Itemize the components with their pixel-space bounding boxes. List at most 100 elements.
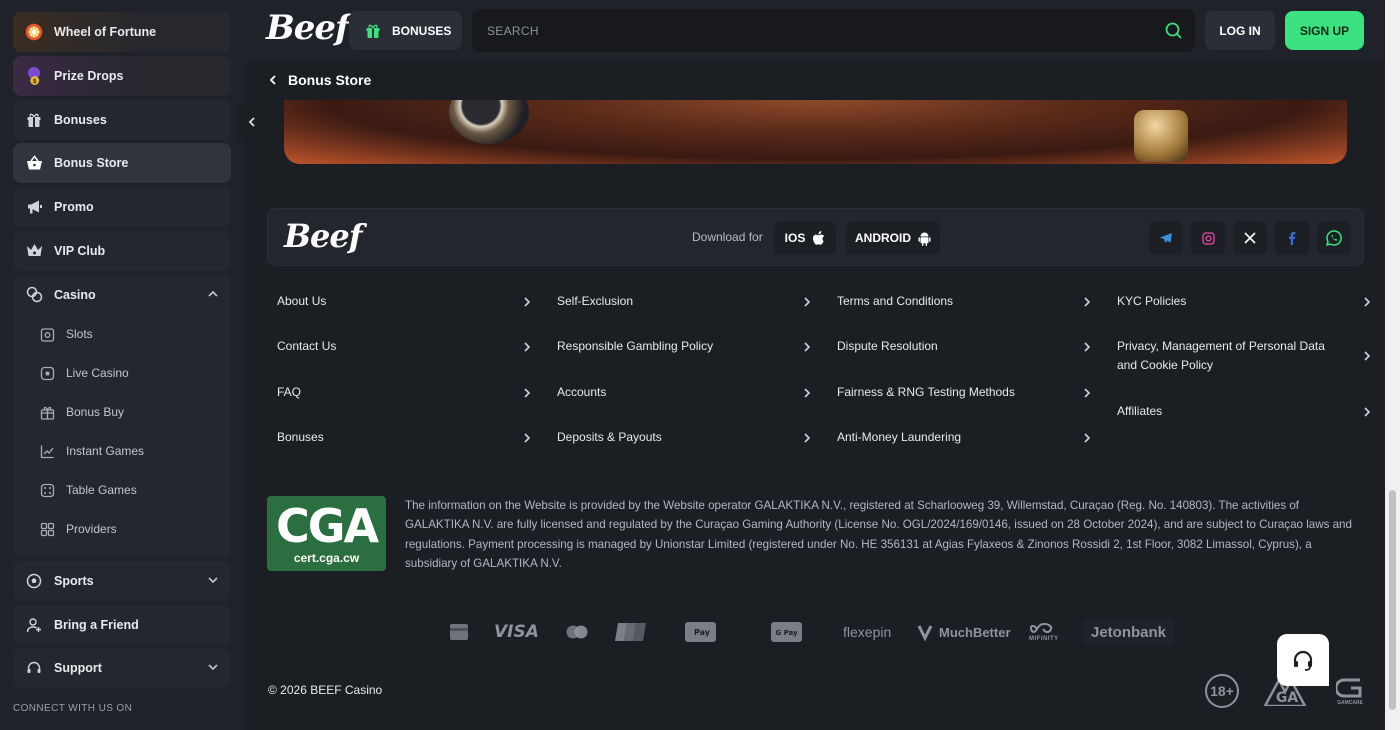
casino-group: Casino Slots Live Casino Bonus Buy Insta… (13, 274, 231, 557)
gamcare-icon (1336, 678, 1362, 698)
sidebar-item-casino[interactable]: Casino (13, 275, 231, 315)
sidebar-item-bonus-store[interactable]: Bonus Store (13, 143, 231, 184)
apple-pay-icon: Pay (685, 618, 716, 646)
sidebar-subitem-providers[interactable]: Providers (13, 510, 231, 549)
sidebar-subitem-slots[interactable]: Slots (13, 315, 231, 354)
sidebar-item-wheel-of-fortune[interactable]: Wheel of Fortune (13, 12, 231, 52)
sidebar-subitem-instant-games[interactable]: Instant Games (13, 432, 231, 471)
footer-link[interactable]: Dispute Resolution (837, 337, 1092, 356)
footer-link-label: Privacy, Management of Personal Data and… (1117, 339, 1325, 372)
footer-link[interactable]: Bonuses (277, 428, 532, 447)
sidebar-item-label: Bring a Friend (54, 617, 139, 632)
sidebar-item-prize-drops[interactable]: $ Prize Drops (13, 55, 231, 96)
android-icon (918, 232, 931, 246)
bonuses-button-label: BONUSES (392, 23, 452, 38)
android-download-button[interactable]: ANDROID (846, 221, 940, 255)
login-button[interactable]: LOG IN (1205, 11, 1275, 50)
copyright: © 2026 BEEF Casino (268, 683, 383, 697)
promo-banner[interactable] (284, 100, 1347, 164)
footer-link-label: Deposits & Payouts (557, 430, 662, 444)
search-input[interactable]: SEARCH (472, 9, 1195, 52)
page-scrollbar[interactable] (1385, 0, 1400, 730)
sidebar-item-bring-a-friend[interactable]: Bring a Friend (13, 604, 231, 645)
footer-link[interactable]: Privacy, Management of Personal Data and… (1117, 337, 1372, 375)
footer-link-label: Bonuses (277, 430, 324, 444)
footer-link-label: Affiliates (1117, 404, 1163, 418)
footer-link[interactable]: Affiliates (1117, 402, 1372, 421)
chevron-down-icon[interactable] (207, 574, 219, 589)
chevron-down-icon[interactable] (207, 661, 219, 676)
footer-link-label: FAQ (277, 385, 302, 399)
chevron-left-icon (248, 117, 255, 127)
add-user-icon (25, 616, 43, 634)
footer-link[interactable]: Accounts (557, 383, 812, 402)
chevron-right-icon (524, 296, 531, 307)
headset-icon (25, 659, 43, 677)
sidebar-item-promo[interactable]: Promo (13, 187, 231, 228)
telegram-button[interactable] (1149, 221, 1183, 255)
footer-link[interactable]: Responsible Gambling Policy (557, 337, 812, 356)
unionpay-icon (615, 618, 646, 646)
footer-link[interactable]: Self-Exclusion (557, 292, 812, 311)
age-18-badge: 18+ (1205, 674, 1239, 708)
x-button[interactable] (1233, 221, 1267, 255)
facebook-button[interactable] (1275, 221, 1309, 255)
sidebar-item-label: VIP Club (54, 243, 106, 258)
chevron-right-icon (524, 387, 531, 398)
bonuses-button[interactable]: BONUSES (349, 11, 462, 50)
sidebar-subitem-label: Live Casino (66, 366, 129, 381)
svg-text:Pay: Pay (694, 628, 711, 637)
chevron-right-icon (1084, 432, 1091, 443)
footer-link[interactable]: Terms and Conditions (837, 292, 1092, 311)
sidebar-item-vip-club[interactable]: VIP Club (13, 230, 231, 271)
visa-logo: VISA (494, 622, 539, 642)
sidebar-item-support[interactable]: Support (13, 648, 231, 689)
sidebar-subitem-live-casino[interactable]: Live Casino (13, 354, 231, 393)
chevron-right-icon (1364, 351, 1371, 361)
instant-games-icon (39, 443, 55, 459)
ios-download-button[interactable]: IOS (774, 221, 836, 255)
sidebar-subitem-label: Providers (66, 522, 117, 537)
logo[interactable]: Beef (266, 8, 350, 48)
sidebar-collapse-button[interactable] (236, 104, 268, 140)
whatsapp-button[interactable] (1317, 221, 1351, 255)
prize-drops-icon: $ (25, 66, 43, 85)
svg-text:G Pay: G Pay (775, 629, 798, 637)
chevron-up-icon[interactable] (207, 288, 219, 303)
google-pay-icon: G Pay (771, 618, 802, 646)
telegram-icon (1160, 233, 1172, 243)
license-text: The information on the Website is provid… (405, 499, 1352, 571)
wheel-icon (25, 23, 43, 41)
signup-button[interactable]: SIGN UP (1285, 11, 1364, 50)
footer-download-bar: Beef Download for IOS ANDROID (267, 208, 1364, 266)
sidebar-item-bonuses[interactable]: Bonuses (13, 99, 231, 140)
footer-link[interactable]: About Us (277, 292, 532, 311)
sidebar-subitem-bonus-buy[interactable]: Bonus Buy (13, 393, 231, 432)
sidebar-subitem-table-games[interactable]: Table Games (13, 471, 231, 510)
breadcrumb[interactable]: Bonus Store (268, 72, 371, 88)
cga-license-badge[interactable]: CGA cert.cga.cw (267, 496, 386, 571)
scrollbar-thumb[interactable] (1389, 490, 1396, 710)
footer-link[interactable]: KYC Policies (1117, 292, 1372, 311)
headset-icon (1293, 650, 1313, 671)
support-chat-button[interactable] (1277, 634, 1329, 686)
footer-link[interactable]: Contact Us (277, 337, 532, 356)
cga-badge-subtitle: cert.cga.cw (293, 550, 360, 565)
gift-icon (25, 111, 43, 129)
footer-link[interactable]: FAQ (277, 383, 532, 402)
ios-label: IOS (784, 231, 806, 245)
footer-link-label: Anti-Money Laundering (837, 430, 962, 444)
facebook-icon (1289, 231, 1296, 245)
android-label: ANDROID (855, 231, 911, 245)
footer-link[interactable]: Deposits & Payouts (557, 428, 812, 447)
x-icon (1244, 232, 1256, 244)
search-icon[interactable] (1165, 22, 1182, 39)
svg-text:$: $ (33, 78, 37, 85)
footer-link[interactable]: Fairness & RNG Testing Methods (837, 383, 1092, 402)
slots-icon (39, 326, 55, 342)
footer-logo[interactable]: Beef (284, 217, 363, 255)
sidebar-item-sports[interactable]: Sports (13, 560, 231, 601)
footer-link[interactable]: Anti-Money Laundering (837, 428, 1092, 447)
instagram-button[interactable] (1191, 221, 1225, 255)
sidebar-subitem-label: Instant Games (66, 444, 145, 459)
